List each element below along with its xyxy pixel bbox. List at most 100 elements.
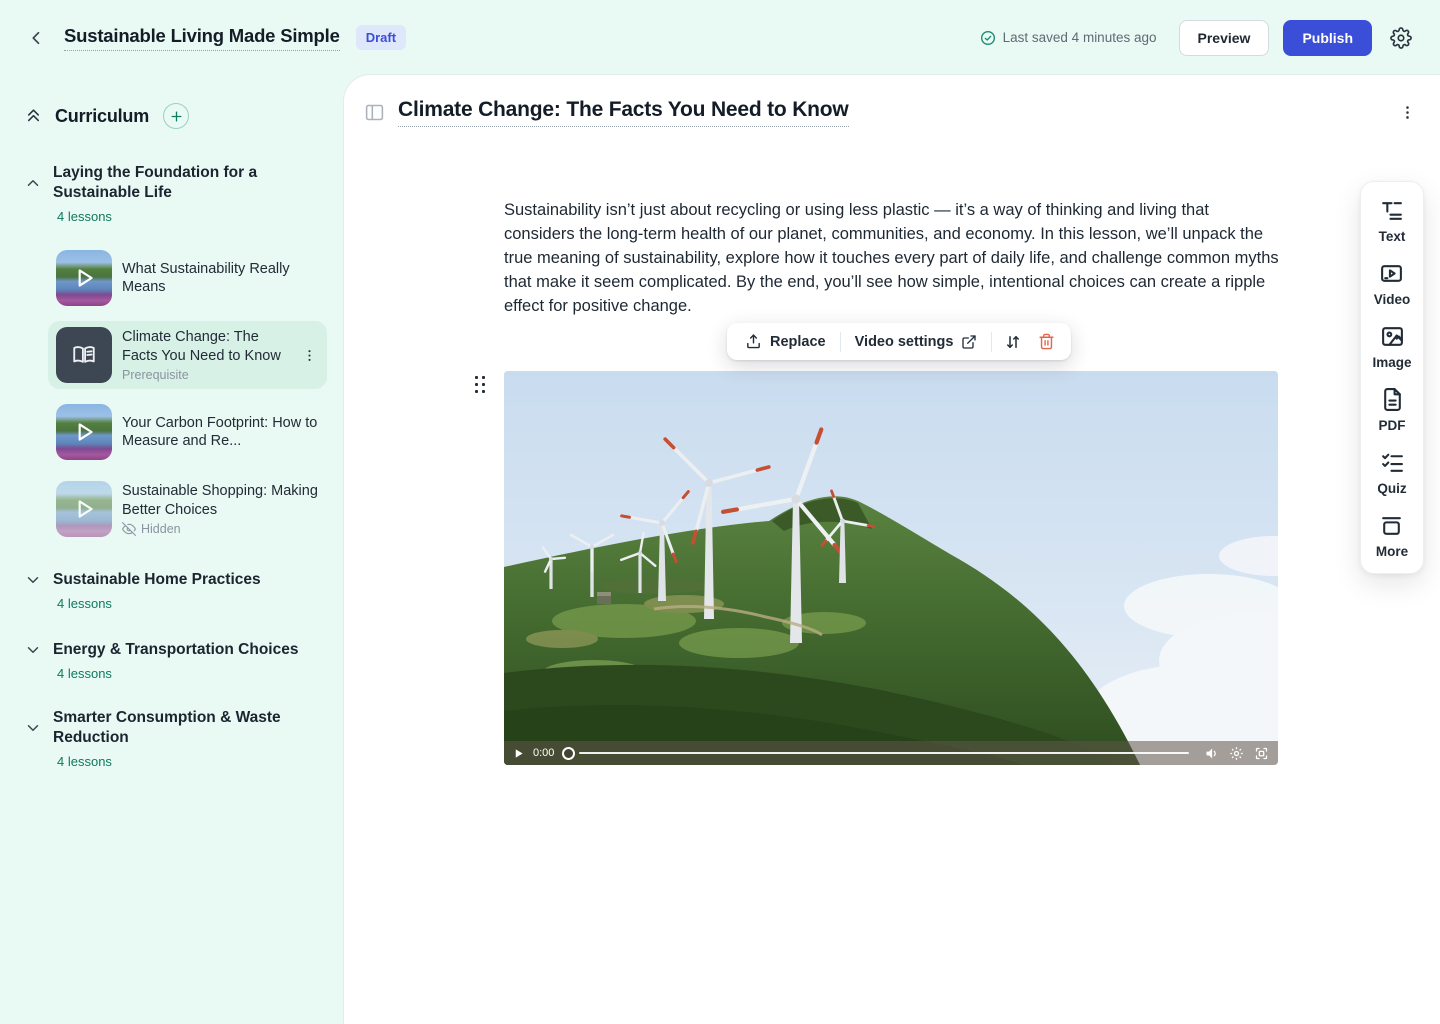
lesson-title: Climate Change: The Facts You Need to Kn… [122, 328, 290, 365]
insert-image-button[interactable]: Image [1372, 324, 1411, 370]
lesson-item[interactable]: What Sustainability Really Means [48, 244, 327, 312]
add-section-button[interactable] [163, 103, 189, 129]
lesson-list: What Sustainability Really Means Climate… [48, 244, 328, 543]
plus-icon [170, 110, 183, 123]
upload-icon [745, 333, 762, 350]
lesson-page-title[interactable]: Climate Change: The Facts You Need to Kn… [398, 98, 849, 127]
lesson-title: Your Carbon Footprint: How to Measure an… [122, 414, 319, 451]
kebab-menu-icon [1399, 104, 1416, 121]
preview-button[interactable]: Preview [1179, 20, 1270, 56]
curriculum-section: Laying the Foundation for a Sustainable … [24, 163, 328, 543]
fullscreen-button[interactable] [1253, 745, 1270, 762]
chevron-up-icon [24, 174, 42, 192]
section-lesson-count: 4 lessons [57, 666, 328, 681]
section-header[interactable]: Sustainable Home Practices [24, 570, 328, 590]
section-header[interactable]: Laying the Foundation for a Sustainable … [24, 163, 328, 203]
chevron-down-icon [24, 641, 42, 659]
chevrons-up-icon [24, 107, 43, 126]
lesson-item-selected[interactable]: Climate Change: The Facts You Need to Kn… [48, 321, 327, 389]
kebab-menu-icon [302, 348, 317, 363]
play-icon [513, 748, 524, 759]
play-icon [71, 419, 97, 445]
curriculum-title: Curriculum [55, 106, 149, 127]
tool-label: Text [1379, 229, 1406, 244]
quiz-checklist-icon [1380, 450, 1405, 475]
replace-label: Replace [770, 334, 826, 350]
insert-quiz-button[interactable]: Quiz [1377, 450, 1406, 496]
progress-track[interactable] [579, 752, 1189, 754]
insert-more-button[interactable]: More [1376, 513, 1408, 559]
section-header[interactable]: Smarter Consumption & Waste Reduction [24, 708, 328, 748]
last-saved-text: Last saved 4 minutes ago [1003, 30, 1157, 45]
chevron-down-icon [24, 571, 42, 589]
insert-pdf-button[interactable]: PDF [1379, 387, 1406, 433]
image-icon [1380, 324, 1405, 349]
section-lesson-count: 4 lessons [57, 596, 328, 611]
play-icon [71, 265, 97, 291]
delete-block-button[interactable] [1030, 327, 1063, 356]
volume-button[interactable] [1203, 745, 1220, 762]
archive-box-icon [1379, 513, 1404, 538]
block-drag-handle[interactable] [475, 376, 486, 394]
move-block-button[interactable] [996, 327, 1030, 357]
video-frame-windfarm [504, 371, 1278, 765]
volume-icon [1204, 746, 1219, 761]
chevron-down-icon [24, 719, 42, 737]
curriculum-sidebar: Curriculum Laying the Foundation for a S… [0, 75, 344, 1024]
lesson-title: Sustainable Shopping: Making Better Choi… [122, 482, 319, 519]
player-settings-button[interactable] [1228, 745, 1245, 762]
settings-button[interactable] [1386, 23, 1416, 53]
lesson-text-block[interactable]: Sustainability isn’t just about recyclin… [504, 198, 1280, 318]
insert-video-button[interactable]: Video [1374, 261, 1411, 307]
trash-icon [1038, 333, 1055, 350]
section-header[interactable]: Energy & Transportation Choices [24, 640, 328, 660]
curriculum-header: Curriculum [24, 103, 328, 129]
tool-label: Quiz [1377, 481, 1406, 496]
back-button[interactable] [24, 25, 50, 51]
gear-icon [1229, 746, 1244, 761]
play-icon [71, 496, 97, 522]
scrubber-handle[interactable] [562, 747, 575, 760]
tool-label: Image [1372, 355, 1411, 370]
lesson-header: Climate Change: The Facts You Need to Kn… [362, 98, 1418, 127]
collapse-all-button[interactable] [24, 107, 43, 126]
lesson-item-hidden[interactable]: Sustainable Shopping: Making Better Choi… [48, 475, 327, 543]
check-circle-icon [980, 30, 996, 46]
curriculum-section: Energy & Transportation Choices 4 lesson… [24, 640, 328, 681]
status-badge: Draft [356, 25, 406, 50]
lesson-item[interactable]: Your Carbon Footprint: How to Measure an… [48, 398, 327, 466]
text-icon [1379, 198, 1404, 223]
lesson-hidden-label: Hidden [141, 522, 181, 536]
publish-button[interactable]: Publish [1283, 20, 1372, 56]
lesson-editor: Climate Change: The Facts You Need to Kn… [344, 75, 1440, 1024]
lesson-title: What Sustainability Really Means [122, 260, 319, 297]
video-icon [1379, 261, 1404, 286]
tool-label: More [1376, 544, 1408, 559]
video-player[interactable]: 0:00 [504, 371, 1278, 765]
lesson-options-button[interactable] [1397, 100, 1418, 125]
tool-label: Video [1374, 292, 1411, 307]
last-saved-status: Last saved 4 minutes ago [980, 30, 1157, 46]
lesson-menu-button[interactable] [300, 344, 319, 367]
fullscreen-icon [1254, 746, 1269, 761]
section-title: Laying the Foundation for a Sustainable … [53, 163, 303, 203]
course-editor-app: Sustainable Living Made Simple Draft Las… [0, 0, 1440, 1024]
reading-lesson-tile [56, 327, 112, 383]
section-title: Smarter Consumption & Waste Reduction [53, 708, 303, 748]
section-lesson-count: 4 lessons [57, 754, 328, 769]
video-thumbnail [56, 481, 112, 537]
tool-label: PDF [1379, 418, 1406, 433]
play-button[interactable] [512, 747, 525, 760]
course-title[interactable]: Sustainable Living Made Simple [64, 25, 340, 51]
sidebar-toggle-button[interactable] [362, 100, 387, 125]
video-settings-button[interactable]: Video settings [845, 328, 988, 356]
pdf-file-icon [1380, 387, 1405, 412]
curriculum-section: Sustainable Home Practices 4 lessons [24, 570, 328, 613]
insert-text-button[interactable]: Text [1379, 198, 1406, 244]
video-block-toolbar: Replace Video settings [727, 323, 1071, 360]
insert-block-panel: Text Video Image PDF Quiz More [1360, 181, 1424, 574]
replace-video-button[interactable]: Replace [735, 327, 836, 356]
lesson-prerequisite-label: Prerequisite [122, 368, 290, 382]
video-thumbnail [56, 250, 112, 306]
open-book-icon [71, 342, 97, 368]
